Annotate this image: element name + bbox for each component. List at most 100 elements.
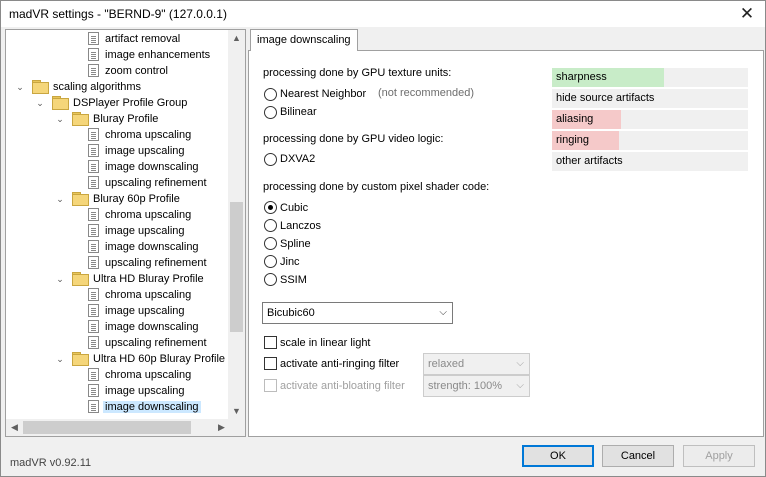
document-icon [88, 384, 99, 397]
legend-sharpness: sharpness [552, 68, 748, 87]
expand-chevron-icon[interactable]: ⌄ [55, 194, 65, 204]
dxva2-radio[interactable] [264, 153, 277, 166]
tree-item[interactable]: upscaling refinement [88, 175, 209, 191]
settings-tree[interactable]: artifact removal image enhancements zoom c… [5, 29, 246, 437]
document-icon [88, 240, 99, 253]
tree-item-label: DSPlayer Profile Group [73, 97, 188, 109]
tree-item-label: image upscaling [105, 145, 185, 157]
tree-item[interactable]: ⌄ Ultra HD Bluray Profile [56, 271, 206, 287]
scroll-left-icon[interactable]: ◀ [6, 419, 23, 436]
cancel-button[interactable]: Cancel [602, 445, 674, 467]
scroll-up-icon[interactable]: ▲ [228, 30, 245, 47]
tree-item[interactable]: ⌄ Ultra HD 60p Bluray Profile [56, 351, 227, 367]
anti-ringing-select: relaxed ⌵ [423, 353, 530, 375]
tree-item[interactable]: image downscaling [88, 319, 201, 335]
dxva2-label[interactable]: DXVA2 [280, 153, 315, 165]
spline-label[interactable]: Spline [280, 238, 311, 250]
tree-item[interactable]: image enhancements [88, 47, 212, 63]
tree-item[interactable]: upscaling refinement [88, 335, 209, 351]
folder-icon [52, 96, 69, 110]
version-label: madVR v0.92.11 [10, 457, 92, 469]
legend-ringing: ringing [552, 131, 748, 150]
tree-item[interactable]: ⌄ Bluray Profile [56, 111, 160, 127]
nearest-neighbor-note: (not recommended) [378, 87, 474, 99]
tree-item-label: chroma upscaling [105, 289, 192, 301]
settings-window: madVR settings - "BERND-9" (127.0.0.1) ✕… [0, 0, 766, 477]
expand-chevron-icon[interactable]: ⌄ [15, 82, 25, 92]
tree-item[interactable]: zoom control [88, 63, 170, 79]
spline-radio[interactable] [264, 237, 277, 250]
tree-item-label: scaling algorithms [53, 81, 142, 93]
tree-item[interactable]: upscaling refinement [88, 255, 209, 271]
tree-item-label: upscaling refinement [105, 337, 207, 349]
tree-item[interactable]: image upscaling [88, 223, 187, 239]
document-icon [88, 208, 99, 221]
algorithm-select-value: Bicubic60 [267, 307, 315, 319]
expand-chevron-icon[interactable]: ⌄ [35, 98, 45, 108]
tree-item[interactable]: image downscaling [88, 159, 201, 175]
tree-item[interactable]: image downscaling [88, 239, 201, 255]
algorithm-select[interactable]: Bicubic60 ⌵ [262, 302, 453, 324]
close-icon[interactable]: ✕ [739, 4, 755, 24]
document-icon [88, 176, 99, 189]
tree-item[interactable]: chroma upscaling [88, 127, 193, 143]
expand-chevron-icon[interactable]: ⌄ [55, 114, 65, 124]
tree-item-label: chroma upscaling [105, 129, 192, 141]
cubic-radio[interactable] [264, 201, 277, 214]
tree-item-label: image upscaling [105, 305, 185, 317]
anti-ringing-checkbox[interactable] [264, 357, 277, 370]
scroll-thumb[interactable] [230, 202, 243, 332]
nearest-neighbor-label[interactable]: Nearest Neighbor [280, 88, 366, 100]
ok-button[interactable]: OK [522, 445, 594, 467]
legend-other-artifacts: other artifacts [552, 152, 748, 171]
tree-item[interactable]: image upscaling [88, 303, 187, 319]
chevron-down-icon: ⌵ [516, 380, 524, 391]
tree-item[interactable]: image upscaling [88, 383, 187, 399]
tree-item-label: Bluray Profile [93, 113, 159, 125]
document-icon [88, 160, 99, 173]
scroll-corner [228, 419, 245, 436]
anti-ringing-select-value: relaxed [428, 358, 465, 370]
tab-image-downscaling[interactable]: image downscaling [250, 29, 358, 51]
tree-vertical-scrollbar[interactable]: ▲ ▼ [228, 30, 245, 420]
ssim-radio[interactable] [264, 273, 277, 286]
linear-light-checkbox[interactable] [264, 336, 277, 349]
folder-icon [72, 192, 89, 206]
tree-item[interactable]: artifact removal [88, 31, 182, 47]
tree-item[interactable]: image upscaling [88, 143, 187, 159]
document-icon [88, 128, 99, 141]
document-icon [88, 336, 99, 349]
window-title: madVR settings - "BERND-9" (127.0.0.1) [9, 7, 227, 21]
tree-item-label: upscaling refinement [105, 257, 207, 269]
anti-bloating-label: activate anti-bloating filter [280, 380, 405, 392]
bilinear-label[interactable]: Bilinear [280, 106, 317, 118]
tree-item[interactable]: image downscaling [88, 399, 201, 415]
ssim-label[interactable]: SSIM [280, 274, 307, 286]
document-icon [88, 224, 99, 237]
tree-item[interactable]: ⌄ Bluray 60p Profile [56, 191, 182, 207]
expand-chevron-icon[interactable]: ⌄ [55, 274, 65, 284]
tree-item-label: image downscaling [105, 241, 199, 253]
bilinear-radio[interactable] [264, 106, 277, 119]
lanczos-radio[interactable] [264, 219, 277, 232]
anti-ringing-label[interactable]: activate anti-ringing filter [280, 358, 399, 370]
document-icon [88, 288, 99, 301]
chevron-down-icon: ⌵ [439, 307, 447, 318]
lanczos-label[interactable]: Lanczos [280, 220, 321, 232]
nearest-neighbor-radio[interactable] [264, 88, 277, 101]
jinc-label[interactable]: Jinc [280, 256, 300, 268]
tree-item[interactable]: ⌄ scaling algorithms [16, 79, 143, 95]
tree-item-label: upscaling refinement [105, 177, 207, 189]
expand-chevron-icon[interactable]: ⌄ [55, 354, 65, 364]
linear-light-label[interactable]: scale in linear light [280, 337, 371, 349]
tree-item[interactable]: ⌄ DSPlayer Profile Group [36, 95, 189, 111]
hscroll-thumb[interactable] [23, 421, 191, 434]
tree-item[interactable]: chroma upscaling [88, 287, 193, 303]
tree-horizontal-scrollbar[interactable]: ◀ ▶ [6, 419, 230, 436]
scroll-down-icon[interactable]: ▼ [228, 403, 245, 420]
tree-item-label: chroma upscaling [105, 369, 192, 381]
jinc-radio[interactable] [264, 255, 277, 268]
cubic-label[interactable]: Cubic [280, 202, 308, 214]
tree-item[interactable]: chroma upscaling [88, 367, 193, 383]
tree-item[interactable]: chroma upscaling [88, 207, 193, 223]
